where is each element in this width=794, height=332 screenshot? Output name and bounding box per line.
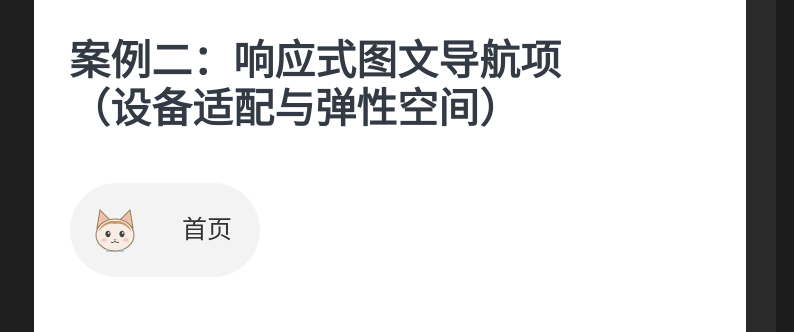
content-page: 案例二：响应式图文导航项 （设备适配与弹性空间） 首页 (34, 0, 746, 332)
page-title-line-2: （设备适配与弹性空间） (70, 84, 521, 132)
nav-item-home[interactable]: 首页 (70, 183, 260, 277)
cat-icon (92, 208, 138, 254)
page-title-line-1: 案例二：响应式图文导航项 (70, 36, 562, 84)
left-frame-edge (0, 0, 34, 332)
right-frame-bar (746, 0, 776, 332)
right-frame-edge (776, 0, 794, 332)
page-title: 案例二：响应式图文导航项 （设备适配与弹性空间） (70, 36, 710, 132)
nav-item-label: 首页 (182, 215, 233, 244)
